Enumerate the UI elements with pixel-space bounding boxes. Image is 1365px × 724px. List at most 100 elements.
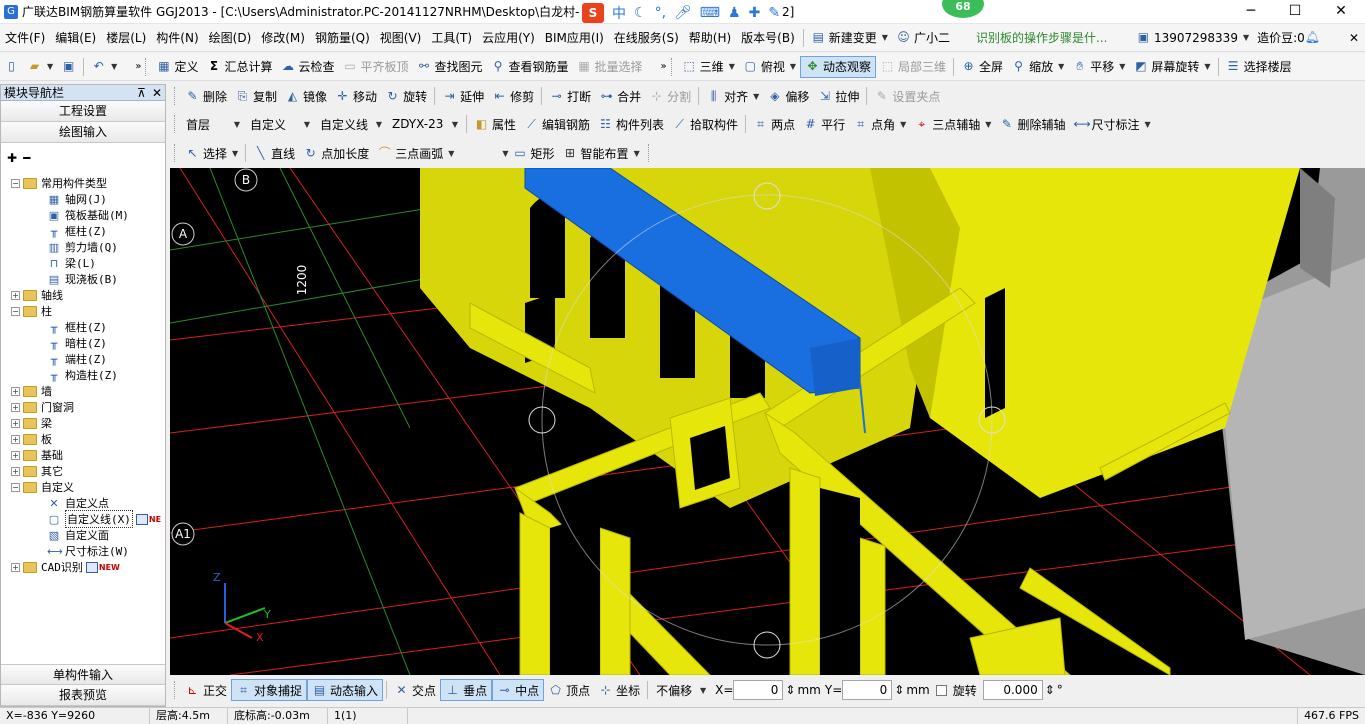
expand-toggle-icon[interactable]: + [11, 386, 20, 396]
menu-item[interactable]: 构件(N) [151, 29, 203, 46]
tree-item[interactable]: ╥ 框柱(Z) [47, 319, 107, 335]
ortho-button[interactable]: ⊾ 正交 [181, 682, 231, 699]
define-button[interactable]: ▦ 定义 [152, 58, 202, 75]
tree-folder[interactable]: − 自定义 [11, 479, 74, 495]
point-length-button[interactable]: ↻ 点加长度 [299, 145, 373, 162]
split-button[interactable]: ⊹ 分割 [645, 88, 695, 105]
intersection-snap[interactable]: ✕ 交点 [390, 682, 440, 699]
menu-item[interactable]: 工具(T) [426, 29, 477, 46]
menu-item[interactable]: 修改(M) [256, 29, 310, 46]
smart-button[interactable]: ⊞ 智能布置 ▼ [559, 145, 644, 162]
punctuation-icon[interactable]: °, [655, 5, 666, 21]
expand-toggle-icon[interactable]: + [11, 450, 20, 460]
mirror-button[interactable]: ◭ 镜像 [281, 88, 331, 105]
tree-folder[interactable]: + 门窗洞 [11, 399, 74, 415]
tree-folder[interactable]: + 墙 [11, 383, 52, 399]
rotate-input[interactable]: 0.000 [982, 680, 1043, 700]
find-button[interactable]: ⚯ 查找图元 [413, 58, 487, 75]
save-button[interactable]: ▣ [57, 59, 80, 74]
tree-folder[interactable]: + CAD识别 NEW [11, 559, 120, 575]
expand-toggle-icon[interactable]: + [11, 418, 20, 428]
expand-toggle-icon[interactable]: + [11, 402, 20, 412]
menu-item[interactable]: 文件(F) [0, 29, 50, 46]
collapse-toggle-icon[interactable]: − [11, 482, 20, 492]
point-angle-button[interactable]: ⌗ 点角 ▼ [849, 116, 910, 133]
menubar-close-icon[interactable]: ✕ [1349, 31, 1359, 45]
three-d-button[interactable]: ⬚ 三维 ▼ [678, 58, 739, 75]
perpendicular-snap[interactable]: ⊥ 垂点 [440, 679, 493, 701]
cloud-check-button[interactable]: ☁ 云检查 [276, 58, 338, 75]
y-input[interactable]: 0 [842, 680, 893, 700]
pick-button[interactable]: ⟋ 拾取构件 [668, 116, 742, 133]
menu-item[interactable]: BIM应用(I) [540, 29, 609, 46]
line-button[interactable]: ╲ 直线 [249, 145, 299, 162]
tree-item[interactable]: ╥ 构造柱(Z) [47, 367, 118, 383]
extend-button[interactable]: ⇥ 延伸 [438, 88, 488, 105]
tree-item[interactable]: ▧ 自定义面 [47, 527, 109, 543]
floor-select[interactable]: 首层 ▼ [181, 114, 245, 134]
top-view-button[interactable]: ▢ 俯视 ▼ [739, 58, 800, 75]
tree-item[interactable]: ╥ 暗柱(Z) [47, 335, 107, 351]
arc-button[interactable]: ⌒ 三点画弧 ▼ [373, 145, 458, 162]
tree-item[interactable]: ✕ 自定义点 [47, 495, 109, 511]
two-point-button[interactable]: ⌗ 两点 [749, 116, 799, 133]
wrench-icon[interactable]: ✎ [768, 5, 780, 21]
dimension-button[interactable]: ⟷ 尺寸标注 ▼ [1069, 116, 1154, 133]
align-button[interactable]: ⫼ 对齐 ▼ [702, 88, 763, 105]
tree-item[interactable]: ▥ 剪力墙(Q) [47, 239, 118, 255]
3d-viewport[interactable]: B A A1 1200 Z Y X [170, 168, 1365, 675]
rotate-screen-button[interactable]: ◩ 屏幕旋转 ▼ [1129, 58, 1214, 75]
overflow-icon[interactable]: » [135, 61, 141, 72]
expand-toggle-icon[interactable]: + [11, 562, 20, 572]
menu-item[interactable]: 帮助(H) [684, 29, 736, 46]
tree-item[interactable]: ⊓ 梁(L) [47, 255, 96, 271]
offset-mode-select[interactable]: 不偏移 ▼ [651, 680, 711, 700]
set-grip-button[interactable]: ✎ 设置夹点 [870, 88, 944, 105]
expand-toggle-icon[interactable]: + [11, 466, 20, 476]
undo-button[interactable]: ↶ ▼ [87, 59, 121, 74]
minimize-button[interactable]: ─ [1228, 0, 1274, 24]
menu-item[interactable]: 编辑(E) [50, 29, 101, 46]
new-file-button[interactable]: ▯ [0, 59, 23, 74]
copy-button[interactable]: ⎘ 复制 [231, 88, 281, 105]
tree-item[interactable]: ⟷ 尺寸标注(W) [47, 543, 129, 559]
coordinate-snap[interactable]: ⊹ 坐标 [594, 682, 644, 699]
shirt-icon[interactable]: ✚ [749, 5, 761, 21]
batch-select-button[interactable]: ▦ 批量选择 [573, 58, 647, 75]
category-select[interactable]: 自定义 ▼ [245, 114, 315, 134]
menu-item[interactable]: 楼层(L) [101, 29, 151, 46]
component-select[interactable]: ZDYX-23 ▼ [387, 114, 463, 134]
expand-toggle-icon[interactable]: + [11, 290, 20, 300]
tree-item[interactable]: ▤ 现浇板(B) [47, 271, 118, 287]
three-point-axis-button[interactable]: ⌖ 三点辅轴 ▼ [910, 116, 995, 133]
menu-item[interactable]: 版本号(B) [736, 29, 800, 46]
ime-toolbar[interactable]: S 中 ☾ °, 🎤︎ ⌨ ♟ ✚ ✎ [582, 3, 781, 23]
tree-folder[interactable]: + 其它 [11, 463, 63, 479]
rotate-spinner-icon[interactable]: ⇕ [1045, 683, 1055, 697]
expand-toggle-icon[interactable]: + [11, 434, 20, 444]
select-button[interactable]: ↖ 选择 ▼ [181, 145, 242, 162]
account-button[interactable]: ▣ 13907298339 ▼ [1132, 30, 1253, 45]
full-screen-button[interactable]: ⊕ 全屏 [957, 58, 1007, 75]
type-select[interactable]: 自定义线 ▼ [315, 114, 387, 134]
report-preview-button[interactable]: 报表预览 [1, 685, 165, 706]
user-icon[interactable]: ♟ [728, 5, 741, 21]
ime-mode[interactable]: 中 [612, 3, 626, 23]
tree-item[interactable]: ▣ 筏板基础(M) [47, 207, 129, 223]
tree-folder[interactable]: − 柱 [11, 303, 52, 319]
tree-item[interactable]: ╥ 框柱(Z) [47, 223, 107, 239]
close-icon[interactable]: ✕ [152, 86, 162, 100]
vertex-snap[interactable]: ⬠ 顶点 [544, 682, 594, 699]
new-change-button[interactable]: ▤ 新建变更 ▼ [807, 29, 892, 46]
tree-folder[interactable]: + 梁 [11, 415, 52, 431]
align-top-button[interactable]: ▭ 平齐板顶 [338, 58, 412, 75]
merge-button[interactable]: ⊶ 合并 [595, 88, 645, 105]
menu-item[interactable]: 云应用(Y) [477, 29, 540, 46]
zoom-button[interactable]: ⚲ 缩放 ▼ [1007, 58, 1068, 75]
offset-button[interactable]: ◈ 偏移 [763, 88, 813, 105]
rotate-button[interactable]: ↻ 旋转 [381, 88, 431, 105]
pin-icon[interactable]: ⊼ [137, 86, 146, 100]
break-button[interactable]: ⊸ 打断 [545, 88, 595, 105]
menu-item[interactable]: 在线服务(S) [609, 29, 684, 46]
expand-all-icon[interactable]: ✚ [7, 151, 17, 165]
